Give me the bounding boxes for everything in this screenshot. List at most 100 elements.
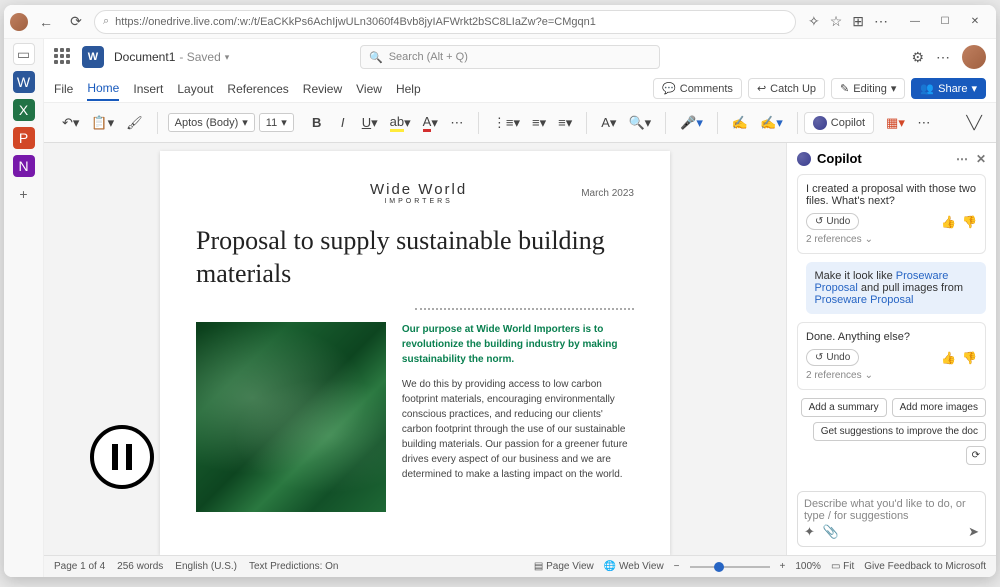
app-rail-word[interactable]: W [13, 71, 35, 93]
status-word-count[interactable]: 256 words [117, 561, 163, 572]
document-page[interactable]: Wide World IMPORTERS March 2023 Proposal… [160, 151, 670, 555]
minimize-button[interactable]: — [900, 10, 930, 34]
tab-layout[interactable]: Layout [177, 78, 213, 100]
thumbs-down-icon[interactable]: 👎 [962, 215, 977, 229]
more-font-icon[interactable]: ⋯ [446, 111, 468, 135]
web-view-button[interactable]: 🌐 Web View [604, 561, 664, 572]
find-button[interactable]: 🔍▾ [624, 111, 655, 135]
references-toggle[interactable]: 2 references ⌄ [806, 370, 977, 381]
thumbs-up-icon[interactable]: 👍 [941, 351, 956, 365]
thumbs-down-icon[interactable]: 👎 [962, 351, 977, 365]
document-title[interactable]: Document1 - Saved ▾ [114, 50, 229, 64]
status-language[interactable]: English (U.S.) [175, 561, 237, 572]
body-paragraph: We do this by providing access to low ca… [402, 377, 634, 482]
copilot-assistant-message: Done. Anything else? ↺ Undo 👍 👎 2 refere… [797, 322, 986, 390]
document-canvas[interactable]: Wide World IMPORTERS March 2023 Proposal… [44, 143, 786, 555]
dictate-button[interactable]: 🎤▾ [676, 111, 707, 135]
more-icon[interactable]: ⋯ [874, 13, 888, 30]
copilot-user-message: Make it look like Proseware Proposal and… [806, 262, 986, 314]
copilot-more-icon[interactable]: ⋯ [956, 152, 968, 166]
thumbs-up-icon[interactable]: 👍 [941, 215, 956, 229]
search-input[interactable]: 🔍 Search (Alt + Q) [360, 45, 660, 69]
app-rail-outlook[interactable]: ▭ [13, 43, 35, 65]
zoom-slider[interactable] [690, 566, 770, 568]
comments-button[interactable]: 💬 Comments [653, 78, 742, 99]
app-rail-excel[interactable]: X [13, 99, 35, 121]
chevron-down-icon: ▾ [225, 52, 230, 63]
tab-references[interactable]: References [227, 78, 288, 100]
suggestion-chip-summary[interactable]: Add a summary [801, 398, 887, 417]
close-button[interactable]: ✕ [960, 10, 990, 34]
divider [415, 308, 634, 310]
copilot-ribbon-button[interactable]: Copilot [804, 112, 874, 134]
table-button[interactable]: ▦▾ [882, 111, 909, 135]
status-page[interactable]: Page 1 of 4 [54, 561, 105, 572]
paste-button[interactable]: 📋▾ [87, 111, 118, 135]
designer-button[interactable]: ✍▾ [756, 111, 787, 135]
collections-icon[interactable]: ⊞ [852, 13, 864, 30]
tab-view[interactable]: View [356, 78, 382, 100]
highlight-button[interactable]: ab▾ [386, 111, 415, 135]
word-app-icon: W [82, 46, 104, 68]
font-color-button[interactable]: A▾ [419, 111, 442, 135]
zoom-in-button[interactable]: + [780, 561, 786, 572]
copilot-icon [797, 152, 811, 166]
document-date: March 2023 [581, 188, 634, 199]
more-icon[interactable]: ⋯ [936, 49, 950, 66]
app-rail-powerpoint[interactable]: P [13, 127, 35, 149]
ribbon-overflow-icon[interactable]: ⋯ [913, 111, 935, 135]
tab-help[interactable]: Help [396, 78, 421, 100]
suggestion-chip-improve[interactable]: Get suggestions to improve the doc [813, 422, 986, 441]
settings-icon[interactable]: ⚙ [911, 49, 924, 66]
references-toggle[interactable]: 2 references ⌄ [806, 234, 977, 245]
styles-button[interactable]: A▾ [597, 111, 620, 135]
zoom-level[interactable]: 100% [795, 561, 821, 572]
editing-mode-button[interactable]: ✎ Editing ▾ [831, 78, 905, 99]
undo-button[interactable]: ↶▾ [58, 111, 83, 135]
zoom-out-button[interactable]: − [674, 561, 680, 572]
app-rail-onenote[interactable]: N [13, 155, 35, 177]
tab-file[interactable]: File [54, 78, 73, 100]
refresh-suggestions-button[interactable]: ⟳ [966, 446, 986, 465]
catch-up-button[interactable]: ↩ Catch Up [748, 78, 825, 99]
tab-insert[interactable]: Insert [133, 78, 163, 100]
editor-button[interactable]: ✍ [728, 111, 752, 135]
underline-button[interactable]: U▾ [358, 111, 382, 135]
font-size-select[interactable]: 11 ▾ [259, 113, 294, 132]
ribbon-collapse-icon[interactable]: ╲╱ [962, 111, 986, 135]
back-button[interactable]: ← [34, 10, 58, 34]
attach-icon[interactable]: 📎 [823, 524, 839, 540]
status-predictions[interactable]: Text Predictions: On [249, 561, 338, 572]
tab-home[interactable]: Home [87, 77, 119, 101]
reading-mode-icon[interactable]: ✧ [808, 13, 820, 30]
italic-button[interactable]: I [332, 111, 354, 135]
browser-profile-avatar[interactable] [10, 13, 28, 31]
copilot-pane: Copilot ⋯ ✕ I created a proposal with th… [786, 143, 996, 555]
sparkle-icon[interactable]: ✦ [804, 524, 815, 540]
bold-button[interactable]: B [306, 111, 328, 135]
app-launcher-icon[interactable] [54, 48, 72, 66]
align-button[interactable]: ≡▾ [554, 111, 576, 135]
app-rail-add[interactable]: + [13, 183, 35, 205]
copilot-close-icon[interactable]: ✕ [976, 152, 986, 166]
copilot-undo-button[interactable]: ↺ Undo [806, 213, 859, 230]
page-view-button[interactable]: ▤ Page View [534, 561, 594, 572]
user-avatar[interactable] [962, 45, 986, 69]
share-button[interactable]: 👥 Share ▾ [911, 78, 986, 99]
feedback-link[interactable]: Give Feedback to Microsoft [864, 561, 986, 572]
copilot-input[interactable]: Describe what you'd like to do, or type … [797, 491, 986, 547]
document-image [196, 322, 386, 512]
send-icon[interactable]: ➤ [968, 524, 979, 540]
format-painter-button[interactable]: 🖌 [122, 111, 147, 135]
address-bar[interactable]: ⌕ https://onedrive.live.com/:w:/t/EaCKkP… [94, 10, 796, 34]
copilot-undo-button[interactable]: ↺ Undo [806, 349, 859, 366]
numbering-button[interactable]: ≡▾ [528, 111, 550, 135]
favorites-icon[interactable]: ☆ [830, 13, 843, 30]
maximize-button[interactable]: ☐ [930, 10, 960, 34]
bullets-button[interactable]: ⋮≡▾ [489, 111, 524, 135]
fit-button[interactable]: ▭ Fit [831, 561, 854, 572]
tab-review[interactable]: Review [303, 78, 342, 100]
suggestion-chip-images[interactable]: Add more images [892, 398, 986, 417]
refresh-button[interactable]: ⟳ [64, 10, 88, 34]
font-family-select[interactable]: Aptos (Body) ▾ [168, 113, 255, 132]
